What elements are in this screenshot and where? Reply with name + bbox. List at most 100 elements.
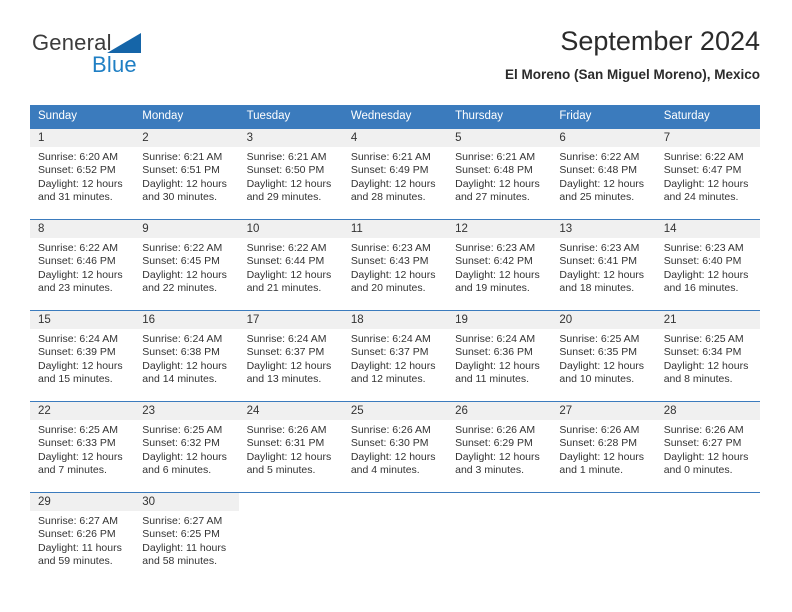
sunset-text: Sunset: 6:44 PM bbox=[246, 255, 325, 268]
daylight-text-line1: Daylight: 12 hours bbox=[246, 268, 332, 281]
general-blue-logo[interactable]: General Blue bbox=[30, 30, 210, 86]
day-cell-empty bbox=[447, 493, 552, 583]
day-cell[interactable]: 10 Sunrise: 6:22 AM Sunset: 6:44 PM Dayl… bbox=[238, 220, 343, 310]
day-cell[interactable]: 5 Sunrise: 6:21 AM Sunset: 6:48 PM Dayli… bbox=[447, 129, 552, 219]
daylight-text-line1: Daylight: 12 hours bbox=[38, 177, 123, 190]
daylight-text-line1: Daylight: 12 hours bbox=[455, 359, 540, 372]
daylight-text-line1: Daylight: 12 hours bbox=[663, 359, 749, 372]
day-cell[interactable]: 23 Sunrise: 6:25 AM Sunset: 6:32 PM Dayl… bbox=[134, 402, 239, 492]
day-cell[interactable]: 15 Sunrise: 6:24 AM Sunset: 6:39 PM Dayl… bbox=[30, 311, 135, 401]
day-info: Sunrise: 6:23 AM Sunset: 6:42 PM Dayligh… bbox=[447, 238, 551, 296]
daylight-text-line2: and 25 minutes. bbox=[559, 191, 635, 204]
day-cell[interactable]: 2 Sunrise: 6:21 AM Sunset: 6:51 PM Dayli… bbox=[134, 129, 239, 219]
sunrise-text: Sunrise: 6:23 AM bbox=[455, 242, 536, 254]
day-cell[interactable]: 14 Sunrise: 6:23 AM Sunset: 6:40 PM Dayl… bbox=[655, 220, 760, 310]
sunset-text: Sunset: 6:37 PM bbox=[350, 346, 429, 359]
day-number: 25 bbox=[342, 402, 448, 420]
day-cell[interactable]: 3 Sunrise: 6:21 AM Sunset: 6:50 PM Dayli… bbox=[238, 129, 343, 219]
day-info: Sunrise: 6:24 AM Sunset: 6:36 PM Dayligh… bbox=[447, 329, 551, 387]
daylight-text-line2: and 4 minutes. bbox=[350, 464, 420, 477]
daylight-text-line1: Daylight: 12 hours bbox=[142, 268, 227, 281]
page-header: General Blue September 2024 El Moreno (S… bbox=[30, 24, 760, 96]
daylight-text-line2: and 19 minutes. bbox=[455, 282, 530, 295]
day-cell[interactable]: 17 Sunrise: 6:24 AM Sunset: 6:37 PM Dayl… bbox=[238, 311, 343, 401]
day-cell[interactable]: 8 Sunrise: 6:22 AM Sunset: 6:46 PM Dayli… bbox=[30, 220, 135, 310]
day-cell[interactable]: 27 Sunrise: 6:26 AM Sunset: 6:28 PM Dayl… bbox=[551, 402, 656, 492]
sunrise-text: Sunrise: 6:25 AM bbox=[38, 424, 118, 436]
day-cell[interactable]: 13 Sunrise: 6:23 AM Sunset: 6:41 PM Dayl… bbox=[551, 220, 656, 310]
daylight-text-line1: Daylight: 12 hours bbox=[350, 268, 436, 281]
day-cell[interactable]: 24 Sunrise: 6:26 AM Sunset: 6:31 PM Dayl… bbox=[238, 402, 343, 492]
day-number: 9 bbox=[134, 220, 239, 238]
daylight-text-line1: Daylight: 12 hours bbox=[142, 359, 227, 372]
daylight-text-line1: Daylight: 11 hours bbox=[142, 541, 227, 554]
day-number: 2 bbox=[134, 129, 239, 147]
weekday-header-thursday: Thursday bbox=[455, 110, 504, 122]
day-info: Sunrise: 6:22 AM Sunset: 6:45 PM Dayligh… bbox=[134, 238, 238, 296]
daylight-text-line1: Daylight: 12 hours bbox=[559, 268, 645, 281]
day-cell-empty bbox=[238, 493, 343, 583]
day-cell[interactable]: 4 Sunrise: 6:21 AM Sunset: 6:49 PM Dayli… bbox=[342, 129, 448, 219]
day-info: Sunrise: 6:22 AM Sunset: 6:46 PM Dayligh… bbox=[30, 238, 134, 296]
day-cell[interactable]: 29 Sunrise: 6:27 AM Sunset: 6:26 PM Dayl… bbox=[30, 493, 135, 583]
day-cell[interactable]: 22 Sunrise: 6:25 AM Sunset: 6:33 PM Dayl… bbox=[30, 402, 135, 492]
daylight-text-line1: Daylight: 12 hours bbox=[350, 359, 436, 372]
day-cell[interactable]: 18 Sunrise: 6:24 AM Sunset: 6:37 PM Dayl… bbox=[342, 311, 448, 401]
daylight-text-line2: and 58 minutes. bbox=[142, 555, 217, 568]
sunrise-text: Sunrise: 6:21 AM bbox=[246, 151, 327, 163]
day-info: Sunrise: 6:26 AM Sunset: 6:29 PM Dayligh… bbox=[447, 420, 551, 478]
day-cell[interactable]: 25 Sunrise: 6:26 AM Sunset: 6:30 PM Dayl… bbox=[342, 402, 448, 492]
day-info: Sunrise: 6:21 AM Sunset: 6:49 PM Dayligh… bbox=[343, 147, 447, 205]
day-cell[interactable]: 30 Sunrise: 6:27 AM Sunset: 6:25 PM Dayl… bbox=[134, 493, 239, 583]
day-number: 29 bbox=[30, 493, 135, 511]
sunset-text: Sunset: 6:40 PM bbox=[663, 255, 742, 268]
day-cell-empty bbox=[342, 493, 448, 583]
sunset-text: Sunset: 6:49 PM bbox=[350, 164, 429, 177]
sunrise-text: Sunrise: 6:23 AM bbox=[663, 242, 744, 254]
title-block: September 2024 El Moreno (San Miguel Mor… bbox=[505, 24, 760, 83]
day-cell[interactable]: 12 Sunrise: 6:23 AM Sunset: 6:42 PM Dayl… bbox=[447, 220, 552, 310]
daylight-text-line2: and 5 minutes. bbox=[246, 464, 316, 477]
day-number: 28 bbox=[655, 402, 760, 420]
weekday-header-row: Sunday Monday Tuesday Wednesday Thursday… bbox=[30, 105, 760, 128]
sunset-text: Sunset: 6:41 PM bbox=[559, 255, 638, 268]
daylight-text-line1: Daylight: 12 hours bbox=[455, 177, 540, 190]
day-info: Sunrise: 6:27 AM Sunset: 6:26 PM Dayligh… bbox=[30, 511, 134, 569]
daylight-text-line1: Daylight: 12 hours bbox=[350, 177, 436, 190]
daylight-text-line2: and 10 minutes. bbox=[559, 373, 635, 386]
day-info: Sunrise: 6:25 AM Sunset: 6:34 PM Dayligh… bbox=[656, 329, 760, 387]
day-cell[interactable]: 26 Sunrise: 6:26 AM Sunset: 6:29 PM Dayl… bbox=[447, 402, 552, 492]
day-number: 5 bbox=[447, 129, 552, 147]
day-cell[interactable]: 20 Sunrise: 6:25 AM Sunset: 6:35 PM Dayl… bbox=[551, 311, 656, 401]
day-cell[interactable]: 16 Sunrise: 6:24 AM Sunset: 6:38 PM Dayl… bbox=[134, 311, 239, 401]
day-cell[interactable]: 7 Sunrise: 6:22 AM Sunset: 6:47 PM Dayli… bbox=[655, 129, 760, 219]
day-cell[interactable]: 1 Sunrise: 6:20 AM Sunset: 6:52 PM Dayli… bbox=[30, 129, 135, 219]
day-info: Sunrise: 6:26 AM Sunset: 6:27 PM Dayligh… bbox=[656, 420, 760, 478]
day-info: Sunrise: 6:21 AM Sunset: 6:50 PM Dayligh… bbox=[239, 147, 343, 205]
day-info: Sunrise: 6:20 AM Sunset: 6:52 PM Dayligh… bbox=[30, 147, 134, 205]
week-row: 1 Sunrise: 6:20 AM Sunset: 6:52 PM Dayli… bbox=[30, 128, 760, 219]
sunset-text: Sunset: 6:29 PM bbox=[455, 437, 533, 450]
day-cell[interactable]: 21 Sunrise: 6:25 AM Sunset: 6:34 PM Dayl… bbox=[655, 311, 760, 401]
day-cell[interactable]: 19 Sunrise: 6:24 AM Sunset: 6:36 PM Dayl… bbox=[447, 311, 552, 401]
day-number: 1 bbox=[30, 129, 135, 147]
sunrise-text: Sunrise: 6:21 AM bbox=[350, 151, 431, 163]
sunset-text: Sunset: 6:37 PM bbox=[246, 346, 325, 359]
day-number: 16 bbox=[134, 311, 239, 329]
day-cell[interactable]: 9 Sunrise: 6:22 AM Sunset: 6:45 PM Dayli… bbox=[134, 220, 239, 310]
daylight-text-line1: Daylight: 12 hours bbox=[663, 177, 749, 190]
day-cell[interactable]: 28 Sunrise: 6:26 AM Sunset: 6:27 PM Dayl… bbox=[655, 402, 760, 492]
day-info: Sunrise: 6:26 AM Sunset: 6:31 PM Dayligh… bbox=[239, 420, 343, 478]
sunset-text: Sunset: 6:51 PM bbox=[142, 164, 220, 177]
sunrise-text: Sunrise: 6:22 AM bbox=[559, 151, 640, 163]
daylight-text-line2: and 1 minute. bbox=[559, 464, 624, 477]
day-number: 7 bbox=[655, 129, 760, 147]
day-cell[interactable]: 6 Sunrise: 6:22 AM Sunset: 6:48 PM Dayli… bbox=[551, 129, 656, 219]
day-info: Sunrise: 6:24 AM Sunset: 6:38 PM Dayligh… bbox=[134, 329, 238, 387]
sunrise-text: Sunrise: 6:22 AM bbox=[142, 242, 223, 254]
sunrise-text: Sunrise: 6:25 AM bbox=[142, 424, 223, 436]
day-cell[interactable]: 11 Sunrise: 6:23 AM Sunset: 6:43 PM Dayl… bbox=[342, 220, 448, 310]
day-number: 11 bbox=[342, 220, 448, 238]
sunset-text: Sunset: 6:48 PM bbox=[559, 164, 638, 177]
daylight-text-line2: and 20 minutes. bbox=[350, 282, 426, 295]
